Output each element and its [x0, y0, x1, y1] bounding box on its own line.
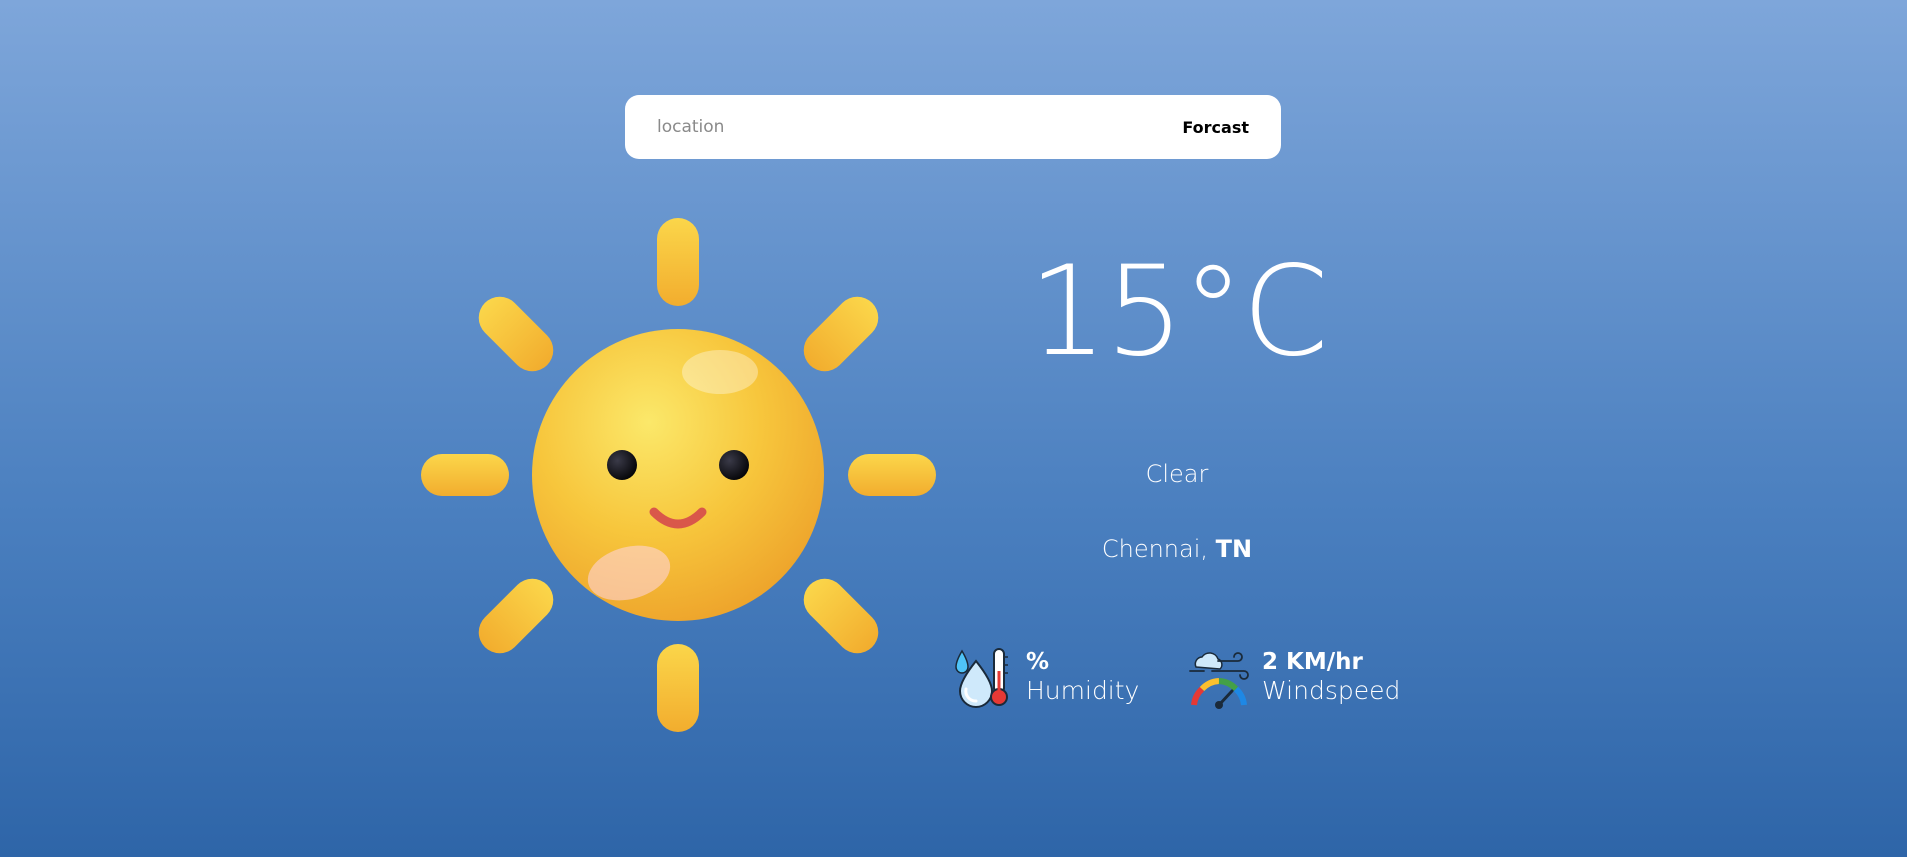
location-name: Chennai, TN: [1027, 535, 1327, 563]
city-name: Chennai,: [1101, 535, 1216, 563]
forecast-button[interactable]: Forcast: [1182, 118, 1249, 137]
wind-speed-value: 2 KM/hr: [1262, 649, 1363, 675]
humidity-value: %: [1026, 649, 1050, 675]
sun-right-eye: [719, 450, 749, 480]
sun-left-eye: [607, 450, 637, 480]
sun-icon: [415, 210, 945, 740]
wind-speed-icon: [1189, 652, 1249, 709]
wind-stat: 2 KM/hr Windspeed: [1188, 645, 1400, 709]
sun-body: [532, 329, 824, 621]
state-code: TN: [1215, 535, 1253, 563]
humidity-icon: [955, 648, 1008, 708]
humidity-label: Humidity: [1026, 676, 1140, 705]
weather-condition: Clear: [1145, 460, 1209, 488]
humidity-stat: % Humidity: [952, 645, 1139, 709]
wind-speed-label: Windspeed: [1262, 676, 1401, 705]
temperature: 15°C: [1028, 240, 1328, 384]
search-bar: Forcast: [625, 95, 1281, 159]
location-input[interactable]: [657, 117, 1183, 137]
